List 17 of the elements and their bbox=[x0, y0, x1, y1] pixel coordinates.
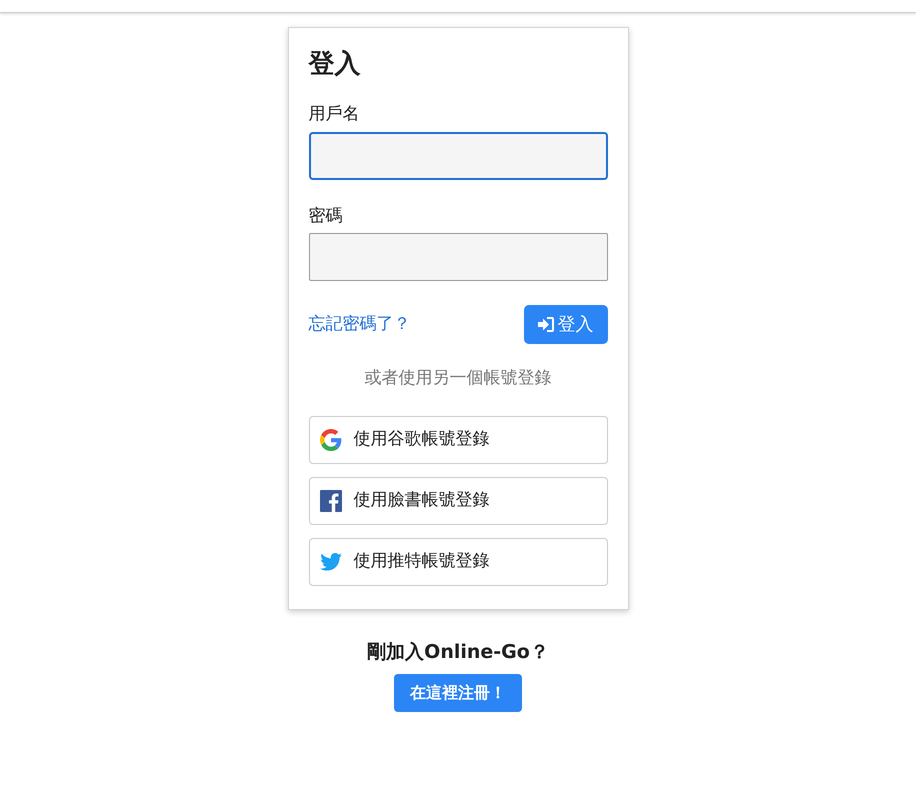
login-title: 登入 bbox=[308, 48, 362, 80]
register-button[interactable]: 在這裡注冊！ bbox=[394, 674, 522, 712]
facebook-f-icon bbox=[320, 490, 342, 512]
login-button[interactable]: 登入 bbox=[524, 305, 608, 344]
bird-icon bbox=[320, 552, 342, 570]
sign-in-icon bbox=[538, 317, 554, 332]
forgot-password-link[interactable]: 忘記密碼了？ bbox=[308, 312, 410, 338]
google-login-button[interactable]: 使用谷歌帳號登錄 bbox=[308, 416, 608, 464]
alternative-login-text: 或者使用另一個帳號登錄 bbox=[364, 367, 552, 390]
register-prompt: 剛加入Online-Go？ bbox=[366, 640, 550, 664]
input-field[interactable] bbox=[308, 132, 608, 180]
twitter-login-button[interactable]: 使用推特帳號登錄 bbox=[308, 538, 608, 586]
google-g-icon bbox=[320, 428, 342, 450]
facebook-login-button[interactable]: 使用臉書帳號登錄 bbox=[308, 476, 608, 524]
input-field[interactable] bbox=[308, 233, 608, 281]
field-label: 密碼 bbox=[308, 204, 344, 228]
field-label: 用戶名 bbox=[308, 103, 360, 126]
